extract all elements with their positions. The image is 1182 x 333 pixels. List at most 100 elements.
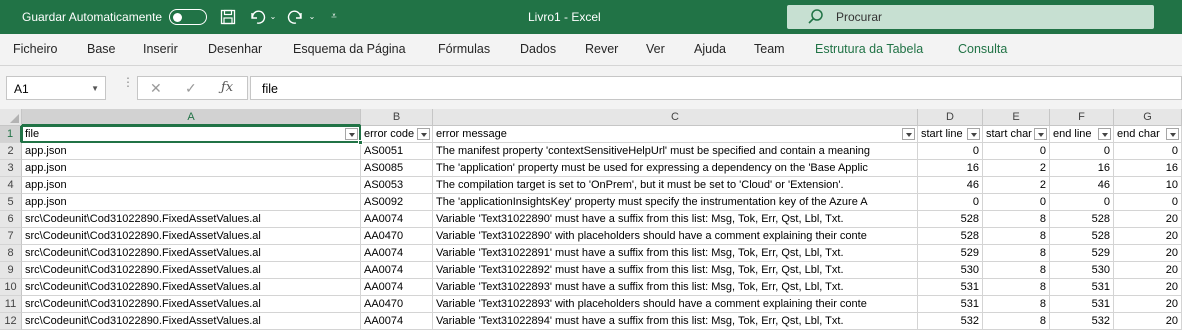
table-cell[interactable]: 529 — [1050, 245, 1114, 262]
row-header[interactable]: 12 — [0, 313, 22, 330]
drag-handle-icon[interactable]: ⋮ — [122, 76, 134, 88]
table-cell[interactable]: AS0051 — [361, 143, 433, 160]
table-cell[interactable]: 531 — [918, 296, 983, 313]
table-cell[interactable]: AA0074 — [361, 245, 433, 262]
table-cell[interactable]: 20 — [1114, 279, 1182, 296]
table-cell[interactable]: src\Codeunit\Cod31022890.FixedAssetValue… — [22, 228, 361, 245]
tab-consulta[interactable]: Consulta — [958, 42, 1007, 56]
table-cell[interactable]: 530 — [1050, 262, 1114, 279]
row-header[interactable]: 4 — [0, 177, 22, 194]
table-cell[interactable]: Variable 'Text31022894' must have a suff… — [433, 313, 918, 330]
table-header-cell[interactable]: start char — [983, 126, 1050, 143]
table-cell[interactable]: AS0092 — [361, 194, 433, 211]
filter-dropdown-button[interactable] — [417, 128, 430, 140]
table-cell[interactable]: 20 — [1114, 245, 1182, 262]
tab-inserir[interactable]: Inserir — [143, 42, 178, 56]
table-cell[interactable]: src\Codeunit\Cod31022890.FixedAssetValue… — [22, 296, 361, 313]
table-cell[interactable]: 8 — [983, 296, 1050, 313]
table-cell[interactable]: 528 — [918, 211, 983, 228]
filter-dropdown-button[interactable] — [1098, 128, 1111, 140]
tab-base[interactable]: Base — [87, 42, 116, 56]
table-cell[interactable]: 2 — [983, 177, 1050, 194]
table-cell[interactable]: 532 — [1050, 313, 1114, 330]
table-cell[interactable]: 8 — [983, 211, 1050, 228]
table-cell[interactable]: Variable 'Text31022893' with placeholder… — [433, 296, 918, 313]
search-box[interactable]: Procurar — [787, 5, 1154, 29]
select-all-button[interactable] — [0, 109, 22, 126]
table-cell[interactable]: AS0085 — [361, 160, 433, 177]
undo-icon[interactable] — [247, 7, 267, 27]
column-header-g[interactable]: G — [1114, 109, 1182, 126]
table-cell[interactable]: 20 — [1114, 262, 1182, 279]
table-cell[interactable]: 528 — [1050, 228, 1114, 245]
table-cell[interactable]: 528 — [1050, 211, 1114, 228]
filter-dropdown-button[interactable] — [345, 128, 358, 140]
table-cell[interactable]: 8 — [983, 228, 1050, 245]
row-header[interactable]: 9 — [0, 262, 22, 279]
table-cell[interactable]: The manifest property 'contextSensitiveH… — [433, 143, 918, 160]
filter-dropdown-button[interactable] — [902, 128, 915, 140]
table-cell[interactable]: 529 — [918, 245, 983, 262]
table-cell[interactable]: AA0074 — [361, 313, 433, 330]
table-cell[interactable]: 16 — [918, 160, 983, 177]
row-header[interactable]: 2 — [0, 143, 22, 160]
table-cell[interactable]: src\Codeunit\Cod31022890.FixedAssetValue… — [22, 279, 361, 296]
table-cell[interactable]: app.json — [22, 177, 361, 194]
enter-icon[interactable]: ✓ — [185, 80, 197, 97]
table-cell[interactable]: AA0470 — [361, 228, 433, 245]
redo-dropdown-icon[interactable]: ⌄ — [307, 7, 317, 27]
table-cell[interactable]: app.json — [22, 194, 361, 211]
formula-input[interactable]: file — [250, 76, 1182, 100]
table-cell[interactable]: 532 — [918, 313, 983, 330]
table-header-cell[interactable]: start line — [918, 126, 983, 143]
filter-dropdown-button[interactable] — [967, 128, 980, 140]
save-icon[interactable] — [218, 7, 238, 27]
tab-estrutura-da-tabela[interactable]: Estrutura da Tabela — [815, 42, 923, 56]
table-header-cell[interactable]: error code — [361, 126, 433, 143]
row-header[interactable]: 3 — [0, 160, 22, 177]
table-cell[interactable]: AA0074 — [361, 262, 433, 279]
table-cell[interactable]: 531 — [1050, 296, 1114, 313]
tab-dados[interactable]: Dados — [520, 42, 556, 56]
row-header[interactable]: 5 — [0, 194, 22, 211]
column-header-e[interactable]: E — [983, 109, 1050, 126]
row-header[interactable]: 7 — [0, 228, 22, 245]
cancel-icon[interactable]: ✕ — [150, 80, 162, 97]
table-cell[interactable]: AS0053 — [361, 177, 433, 194]
tab-formulas[interactable]: Fórmulas — [438, 42, 490, 56]
table-cell[interactable]: Variable 'Text31022890' with placeholder… — [433, 228, 918, 245]
table-cell[interactable]: src\Codeunit\Cod31022890.FixedAssetValue… — [22, 262, 361, 279]
tab-ver[interactable]: Ver — [646, 42, 665, 56]
table-cell[interactable]: 16 — [1114, 160, 1182, 177]
table-cell[interactable]: 528 — [918, 228, 983, 245]
table-cell[interactable]: 8 — [983, 245, 1050, 262]
table-cell[interactable]: The 'applicationInsightsKey' property mu… — [433, 194, 918, 211]
table-cell[interactable]: 0 — [1050, 143, 1114, 160]
table-cell[interactable]: Variable 'Text31022890' must have a suff… — [433, 211, 918, 228]
table-cell[interactable]: 8 — [983, 313, 1050, 330]
table-cell[interactable]: The 'application' property must be used … — [433, 160, 918, 177]
column-header-f[interactable]: F — [1050, 109, 1114, 126]
chevron-down-icon[interactable]: ▼ — [91, 84, 99, 93]
table-cell[interactable]: 20 — [1114, 296, 1182, 313]
tab-esquema-da-pagina[interactable]: Esquema da Página — [293, 42, 406, 56]
table-cell[interactable]: 8 — [983, 279, 1050, 296]
table-cell[interactable]: 20 — [1114, 211, 1182, 228]
table-cell[interactable]: 531 — [918, 279, 983, 296]
table-cell[interactable]: 530 — [918, 262, 983, 279]
row-header[interactable]: 10 — [0, 279, 22, 296]
autosave-toggle[interactable] — [169, 9, 207, 25]
tab-desenhar[interactable]: Desenhar — [208, 42, 262, 56]
table-header-cell[interactable]: error message — [433, 126, 918, 143]
table-cell[interactable]: AA0074 — [361, 279, 433, 296]
table-header-cell[interactable]: end char — [1114, 126, 1182, 143]
table-cell[interactable]: src\Codeunit\Cod31022890.FixedAssetValue… — [22, 211, 361, 228]
tab-team[interactable]: Team — [754, 42, 785, 56]
spreadsheet-grid[interactable]: A B C D E F G 1 file error code error message start… — [0, 109, 1182, 333]
redo-icon[interactable] — [286, 7, 306, 27]
table-cell[interactable]: 2 — [983, 160, 1050, 177]
row-header[interactable]: 6 — [0, 211, 22, 228]
table-cell[interactable]: 20 — [1114, 228, 1182, 245]
table-cell[interactable]: 0 — [983, 143, 1050, 160]
table-cell[interactable]: src\Codeunit\Cod31022890.FixedAssetValue… — [22, 313, 361, 330]
